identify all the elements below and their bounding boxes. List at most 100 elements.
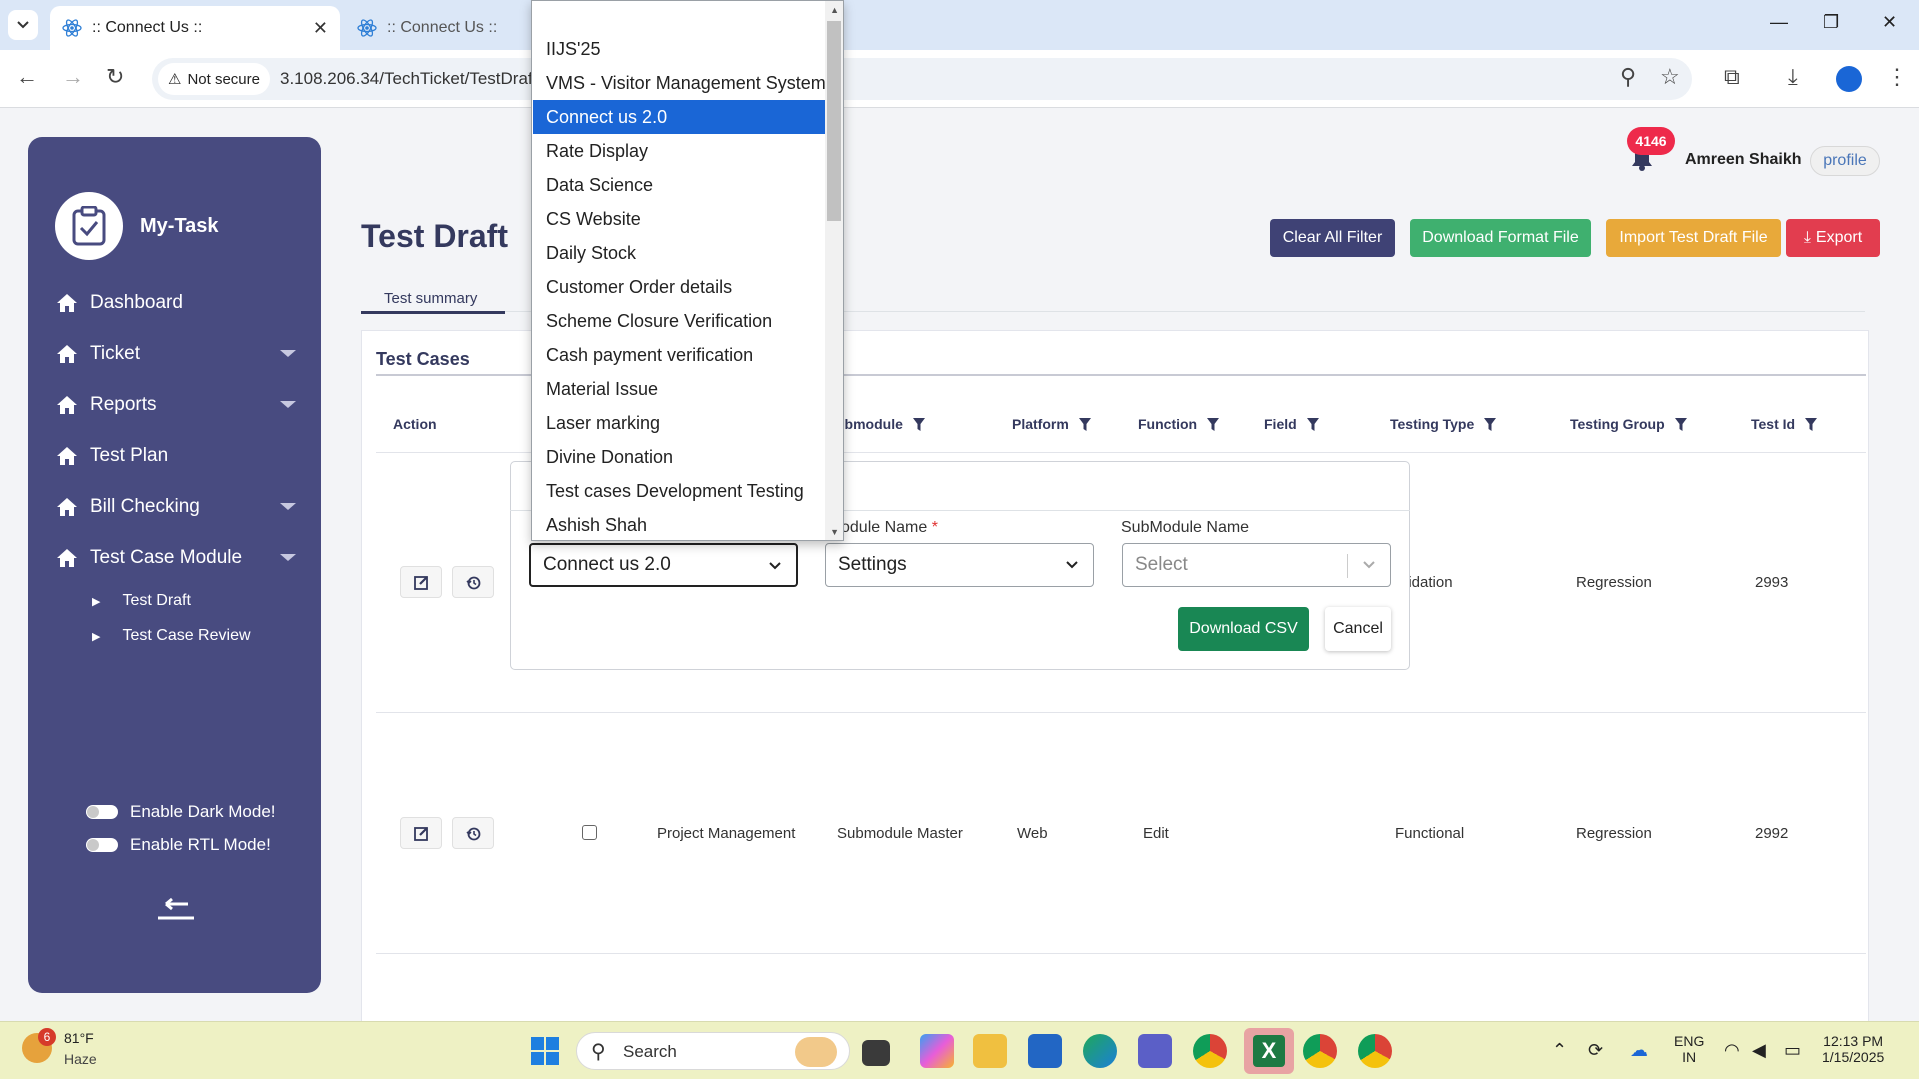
forward-arrow-icon[interactable]: → xyxy=(62,64,84,90)
column-header-test-id[interactable]: Test Id xyxy=(1751,416,1818,432)
back-arrow-icon[interactable]: ← xyxy=(16,64,38,90)
dropdown-option[interactable]: Material Issue xyxy=(533,372,825,406)
dropdown-option[interactable]: Rate Display xyxy=(533,134,825,168)
column-header-testing-group[interactable]: Testing Group xyxy=(1570,416,1687,432)
scroll-up-icon[interactable]: ▲ xyxy=(830,5,839,15)
dropdown-scrollbar[interactable]: ▲ ▼ xyxy=(825,1,843,540)
edit-button[interactable] xyxy=(400,817,442,849)
close-tab-icon[interactable]: ✕ xyxy=(313,18,328,39)
close-window-icon[interactable]: ✕ xyxy=(1882,12,1897,33)
collapse-sidebar-icon[interactable] xyxy=(156,894,196,922)
weather-condition[interactable]: Haze xyxy=(64,1051,97,1067)
sync-icon[interactable]: ⟳ xyxy=(1588,1040,1603,1061)
browser-tab-inactive[interactable]: :: Connect Us :: xyxy=(345,6,535,50)
tab-search-button[interactable] xyxy=(8,10,38,40)
toggle-switch[interactable] xyxy=(86,838,118,852)
copilot-icon[interactable] xyxy=(920,1034,954,1068)
bookmark-star-icon[interactable]: ☆ xyxy=(1660,64,1680,90)
zoom-icon[interactable]: ⚲ xyxy=(1620,64,1636,90)
download-csv-button[interactable]: Download CSV xyxy=(1178,607,1309,651)
filter-icon[interactable] xyxy=(1078,417,1091,431)
filter-icon[interactable] xyxy=(1484,417,1497,431)
filter-icon[interactable] xyxy=(912,417,925,431)
cancel-button[interactable]: Cancel xyxy=(1325,607,1391,651)
chrome-icon[interactable] xyxy=(1193,1034,1227,1068)
clear-all-filter-button[interactable]: Clear All Filter xyxy=(1270,219,1395,257)
chevron-up-icon[interactable]: ⌃ xyxy=(1552,1040,1567,1061)
task-view-icon[interactable] xyxy=(862,1040,890,1066)
security-chip[interactable]: ⚠ Not secure xyxy=(158,63,270,95)
filter-icon[interactable] xyxy=(1805,417,1818,431)
project-select[interactable]: Connect us 2.0 xyxy=(529,543,798,587)
rtl-mode-toggle[interactable]: Enable RTL Mode! xyxy=(86,835,271,855)
history-button[interactable] xyxy=(452,566,494,598)
column-header-platform[interactable]: Platform xyxy=(1012,416,1091,432)
dropdown-option[interactable]: Ashish Shah xyxy=(533,508,825,540)
scrollbar-thumb[interactable] xyxy=(827,21,841,221)
toggle-switch[interactable] xyxy=(86,805,118,819)
restore-icon[interactable]: ❐ xyxy=(1823,12,1839,33)
sidebar-item-test-case-module[interactable]: Test Case Module xyxy=(56,547,296,569)
download-format-file-button[interactable]: Download Format File xyxy=(1410,219,1591,257)
volume-icon[interactable]: ◀ xyxy=(1752,1040,1766,1061)
dropdown-option[interactable]: Test cases Development Testing xyxy=(533,474,825,508)
import-test-draft-button[interactable]: Import Test Draft File xyxy=(1606,219,1781,257)
history-button[interactable] xyxy=(452,817,494,849)
extensions-icon[interactable]: ⧉ xyxy=(1724,64,1740,90)
dropdown-option[interactable]: Laser marking xyxy=(533,406,825,440)
file-explorer-icon[interactable] xyxy=(973,1034,1007,1068)
dropdown-option[interactable]: Data Science xyxy=(533,168,825,202)
edge-icon[interactable] xyxy=(1083,1034,1117,1068)
submodule-select[interactable]: Select xyxy=(1122,543,1391,587)
sidebar-item-reports[interactable]: Reports xyxy=(56,394,296,416)
weather-temperature[interactable]: 81°F xyxy=(64,1030,94,1046)
onedrive-icon[interactable]: ☁ xyxy=(1630,1040,1648,1061)
filter-icon[interactable] xyxy=(1306,417,1319,431)
sidebar-item-bill-checking[interactable]: Bill Checking xyxy=(56,496,296,518)
sidebar-subitem-test-case-review[interactable]: ▶ Test Case Review xyxy=(92,627,251,645)
project-dropdown-list[interactable]: IIJS'25 VMS - Visitor Management System … xyxy=(531,0,844,541)
profile-avatar-icon[interactable] xyxy=(1836,66,1862,92)
row-checkbox[interactable] xyxy=(582,825,597,840)
chrome-icon[interactable] xyxy=(1303,1034,1337,1068)
tab-test-summary[interactable]: Test summary xyxy=(361,288,505,314)
sidebar-item-ticket[interactable]: Ticket xyxy=(56,343,296,365)
dropdown-option[interactable]: Divine Donation xyxy=(533,440,825,474)
teams-icon[interactable] xyxy=(1138,1034,1172,1068)
column-header-submodule[interactable]: ubmodule xyxy=(836,416,925,432)
profile-avatar[interactable]: profile xyxy=(1810,146,1880,176)
address-bar[interactable]: ⚠ Not secure 3.108.206.34/TechTicket/Tes… xyxy=(152,58,1692,100)
minimize-icon[interactable]: — xyxy=(1770,12,1788,33)
filter-icon[interactable] xyxy=(1207,417,1220,431)
browser-tab-active[interactable]: :: Connect Us :: ✕ xyxy=(50,6,340,50)
column-header-field[interactable]: Field xyxy=(1264,416,1319,432)
dropdown-option[interactable]: Scheme Closure Verification xyxy=(533,304,825,338)
more-menu-icon[interactable]: ⋮ xyxy=(1886,64,1908,90)
clock[interactable]: 12:13 PM 1/15/2025 xyxy=(1822,1033,1884,1065)
taskbar-search[interactable]: ⚲ Search xyxy=(576,1032,850,1070)
windows-start-icon[interactable] xyxy=(530,1036,560,1066)
excel-icon-active[interactable]: X xyxy=(1244,1028,1294,1074)
export-button[interactable]: ⤓ Export xyxy=(1786,219,1880,257)
dropdown-option[interactable]: Cash payment verification xyxy=(533,338,825,372)
dropdown-option[interactable]: IIJS'25 xyxy=(533,32,825,66)
column-header-function[interactable]: Function xyxy=(1138,416,1220,432)
dropdown-option[interactable]: Daily Stock xyxy=(533,236,825,270)
filter-icon[interactable] xyxy=(1674,417,1687,431)
column-header-testing-type[interactable]: Testing Type xyxy=(1390,416,1497,432)
module-select[interactable]: Settings xyxy=(825,543,1094,587)
download-icon[interactable]: ⤓ xyxy=(1788,64,1798,90)
sidebar-subitem-test-draft[interactable]: ▶ Test Draft xyxy=(92,592,191,610)
reload-icon[interactable]: ↻ xyxy=(106,64,124,90)
wifi-icon[interactable]: ◠ xyxy=(1724,1040,1740,1061)
dark-mode-toggle[interactable]: Enable Dark Mode! xyxy=(86,802,276,822)
sidebar-item-test-plan[interactable]: Test Plan xyxy=(56,445,296,467)
edit-button[interactable] xyxy=(400,566,442,598)
dropdown-option[interactable]: CS Website xyxy=(533,202,825,236)
scroll-down-icon[interactable]: ▼ xyxy=(830,527,839,537)
store-icon[interactable] xyxy=(1028,1034,1062,1068)
dropdown-option[interactable]: VMS - Visitor Management System xyxy=(533,66,826,100)
chrome-icon[interactable] xyxy=(1358,1034,1392,1068)
sidebar-item-dashboard[interactable]: Dashboard xyxy=(56,292,296,314)
language-indicator[interactable]: ENG IN xyxy=(1674,1033,1704,1065)
